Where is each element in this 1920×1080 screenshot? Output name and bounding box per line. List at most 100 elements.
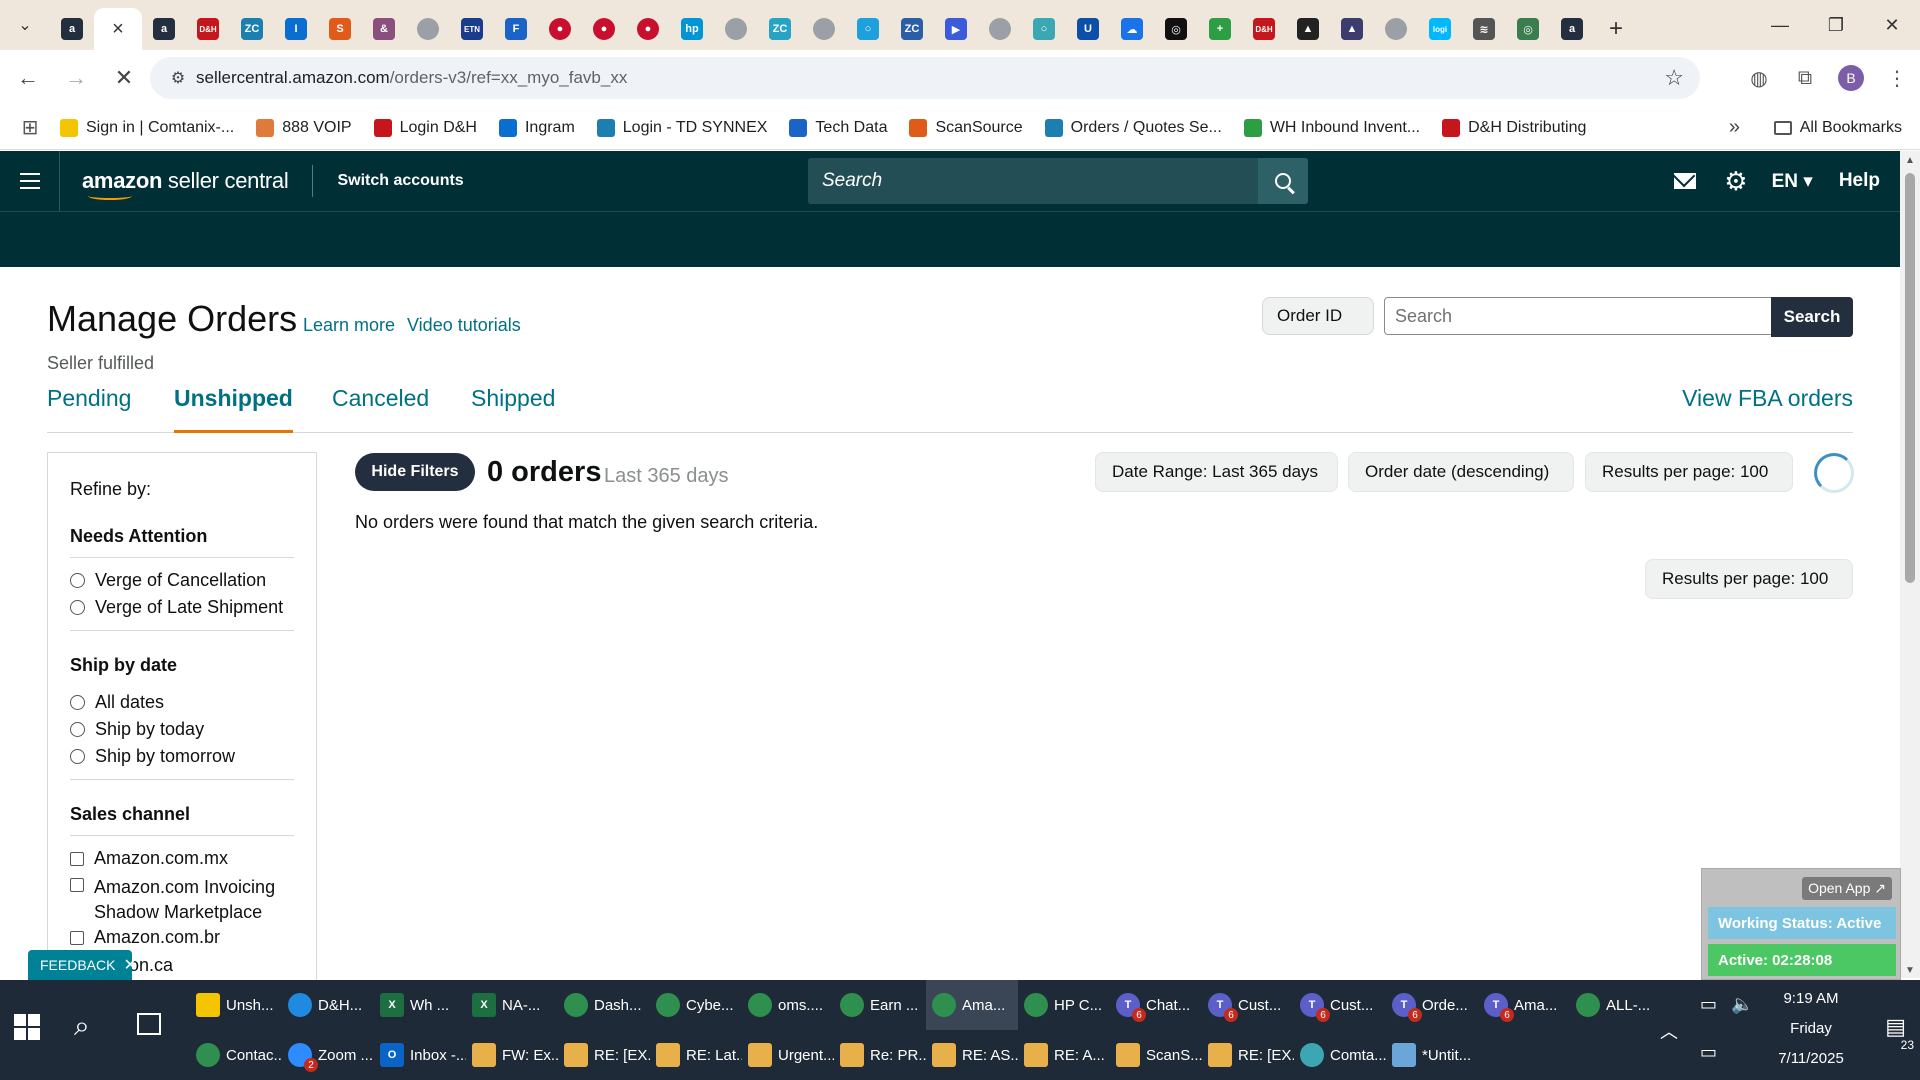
- taskbar-app-button[interactable]: T 6 Ama...: [1478, 980, 1570, 1030]
- bookmark-item[interactable]: Ingram: [498, 118, 575, 137]
- browser-tab[interactable]: I: [274, 8, 318, 50]
- browser-tab[interactable]: ≋: [1462, 8, 1506, 50]
- tab-shipped[interactable]: Shipped: [471, 385, 555, 433]
- bookmark-item[interactable]: ScanSource: [909, 118, 1023, 137]
- switch-accounts-button[interactable]: Switch accounts: [337, 172, 463, 190]
- new-tab-button[interactable]: +: [1594, 8, 1638, 50]
- taskbar-app-button[interactable]: FW: Ex...: [466, 1030, 558, 1080]
- order-search-input[interactable]: Search: [1384, 297, 1772, 335]
- bookmark-item[interactable]: Login - TD SYNNEX: [596, 118, 767, 137]
- forward-icon[interactable]: →: [56, 58, 96, 98]
- tab-pending[interactable]: Pending: [47, 385, 131, 433]
- bookmark-item[interactable]: Sign in | Comtanix-...: [60, 118, 234, 137]
- taskbar-app-button[interactable]: Unsh...: [190, 980, 282, 1030]
- browser-tab[interactable]: ○: [846, 8, 890, 50]
- browser-tab[interactable]: [802, 8, 846, 50]
- minimize-icon[interactable]: —: [1752, 0, 1808, 50]
- learn-more-link[interactable]: Learn more: [303, 315, 395, 336]
- bookmark-item[interactable]: WH Inbound Invent...: [1243, 118, 1420, 137]
- browser-tab[interactable]: ETN: [450, 8, 494, 50]
- tray-overflow-icon[interactable]: ︿: [1660, 1018, 1678, 1044]
- header-search-field[interactable]: Search: [808, 158, 1308, 204]
- taskbar-search-icon[interactable]: ⌕: [74, 1010, 90, 1043]
- taskbar-app-button[interactable]: O Inbox -...: [374, 1030, 466, 1080]
- radio-icon[interactable]: [70, 749, 85, 764]
- address-bar[interactable]: ⚙ sellercentral.amazon.com/orders-v3/ref…: [150, 57, 1700, 99]
- messages-icon[interactable]: [1674, 173, 1697, 189]
- close-window-icon[interactable]: ✕: [1864, 0, 1920, 50]
- browser-tab[interactable]: logi: [1418, 8, 1462, 50]
- radio-icon[interactable]: [70, 722, 85, 737]
- taskbar-app-button[interactable]: X Wh ...: [374, 980, 466, 1030]
- taskbar-app-button[interactable]: T 6 Orde...: [1386, 980, 1478, 1030]
- extensions-icon[interactable]: ⧉: [1782, 67, 1828, 90]
- seller-central-logo[interactable]: amazon seller central: [82, 168, 289, 200]
- desktop-icon[interactable]: ▭: [1700, 1042, 1717, 1063]
- date-range-dropdown[interactable]: Date Range: Last 365 days: [1095, 452, 1338, 492]
- browser-tab[interactable]: S: [318, 8, 362, 50]
- hide-filters-button[interactable]: Hide Filters: [355, 453, 475, 491]
- radio-icon[interactable]: [70, 695, 85, 710]
- results-per-page-bottom-dropdown[interactable]: Results per page: 100: [1645, 559, 1853, 599]
- tab-canceled[interactable]: Canceled: [332, 385, 429, 433]
- notifications-icon[interactable]: ▤: [1885, 1014, 1906, 1040]
- taskbar-app-button[interactable]: Cybe...: [650, 980, 742, 1030]
- radio-icon[interactable]: [70, 600, 85, 615]
- taskbar-app-button[interactable]: Urgent...: [742, 1030, 834, 1080]
- checkbox-invoicing-shadow-marketplace[interactable]: Amazon.com Invoicing Shadow Marketplace: [70, 875, 294, 925]
- browser-tab[interactable]: a: [50, 8, 94, 50]
- settings-gear-icon[interactable]: ⚙: [1724, 166, 1747, 197]
- browser-tab[interactable]: ZC: [890, 8, 934, 50]
- taskbar-app-button[interactable]: RE: [EX...: [558, 1030, 650, 1080]
- browser-tab[interactable]: [978, 8, 1022, 50]
- bookmark-item[interactable]: Login D&H: [373, 118, 477, 137]
- browser-tab[interactable]: +: [1198, 8, 1242, 50]
- browser-tab-active[interactable]: ×: [94, 8, 142, 50]
- browser-tab[interactable]: [714, 8, 758, 50]
- radio-ship-by-today[interactable]: Ship by today: [70, 719, 294, 740]
- more-bookmarks-icon[interactable]: »: [1729, 116, 1740, 139]
- site-info-icon[interactable]: ⚙: [160, 68, 196, 88]
- taskbar-app-button[interactable]: Dash...: [558, 980, 650, 1030]
- search-type-dropdown[interactable]: Order ID: [1262, 297, 1374, 335]
- taskbar-app-button[interactable]: HP C...: [1018, 980, 1110, 1030]
- browser-tab[interactable]: ZC: [230, 8, 274, 50]
- browser-tab[interactable]: D&H: [186, 8, 230, 50]
- taskbar-app-button[interactable]: RE: AS...: [926, 1030, 1018, 1080]
- browser-tab[interactable]: ●: [582, 8, 626, 50]
- radio-icon[interactable]: [70, 573, 85, 588]
- taskbar-app-button[interactable]: ALL-...: [1570, 980, 1662, 1030]
- header-search-button[interactable]: [1258, 158, 1308, 204]
- clock-day[interactable]: Friday: [1756, 1020, 1866, 1037]
- maximize-icon[interactable]: ❐: [1808, 0, 1864, 50]
- stop-loading-icon[interactable]: ✕: [104, 58, 144, 98]
- taskbar-app-button[interactable]: RE: Lat...: [650, 1030, 742, 1080]
- radio-verge-of-late-shipment[interactable]: Verge of Late Shipment: [70, 597, 294, 618]
- task-view-icon[interactable]: [137, 1013, 161, 1035]
- windows-start-icon[interactable]: [14, 1014, 40, 1040]
- scroll-down-icon[interactable]: ▼: [1905, 965, 1915, 976]
- taskbar-app-button[interactable]: RE: A...: [1018, 1030, 1110, 1080]
- taskbar-app-button[interactable]: oms....: [742, 980, 834, 1030]
- order-search-button[interactable]: Search: [1771, 297, 1853, 337]
- browser-tab[interactable]: ◎: [1154, 8, 1198, 50]
- url-text[interactable]: sellercentral.amazon.com/orders-v3/ref=x…: [196, 68, 627, 88]
- page-scrollbar[interactable]: ▲ ▼: [1900, 151, 1920, 978]
- browser-tab[interactable]: ○: [1022, 8, 1066, 50]
- radio-verge-of-cancellation[interactable]: Verge of Cancellation: [70, 570, 294, 591]
- browser-tab[interactable]: ▲: [1286, 8, 1330, 50]
- working-status-badge[interactable]: Working Status: Active: [1708, 907, 1896, 939]
- checkbox-icon[interactable]: [70, 851, 84, 866]
- browser-tab[interactable]: a: [142, 8, 186, 50]
- browser-menu-icon[interactable]: ⋮: [1874, 66, 1920, 91]
- scroll-up-icon[interactable]: ▲: [1905, 155, 1915, 166]
- clock-date[interactable]: 7/11/2025: [1756, 1050, 1866, 1067]
- tab-unshipped[interactable]: Unshipped: [174, 385, 293, 433]
- taskbar-app-button[interactable]: *Untit...: [1386, 1030, 1478, 1080]
- taskbar-app-button[interactable]: Ama...: [926, 980, 1018, 1030]
- taskbar-app-button[interactable]: X NA-...: [466, 980, 558, 1030]
- scrollbar-thumb[interactable]: [1905, 173, 1915, 583]
- translate-icon[interactable]: ◍: [1736, 66, 1782, 91]
- apps-grid-icon[interactable]: ⊞: [0, 115, 60, 140]
- browser-tab[interactable]: ☁: [1110, 8, 1154, 50]
